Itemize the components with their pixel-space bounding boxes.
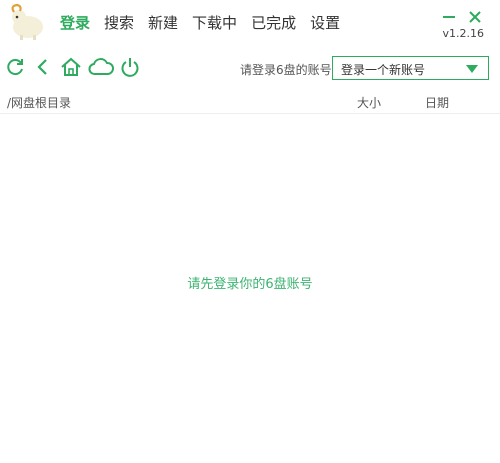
cloud-icon[interactable] <box>88 56 114 78</box>
nav-new[interactable]: 新建 <box>148 12 178 34</box>
nav-downloading[interactable]: 下载中 <box>192 12 237 34</box>
refresh-icon[interactable] <box>4 56 26 78</box>
sheep-logo-icon <box>11 3 43 40</box>
version-label: v1.2.16 <box>442 27 485 40</box>
close-icon[interactable] <box>468 10 482 24</box>
toolbar: 请登录6盘的账号 登录一个新账号 <box>0 52 500 84</box>
file-list-header: /网盘根目录 大小 日期 <box>0 90 500 114</box>
nav-login[interactable]: 登录 <box>60 12 90 34</box>
account-label: 请登录6盘的账号 <box>240 63 332 77</box>
column-size[interactable]: 大小 <box>357 94 381 111</box>
column-date[interactable]: 日期 <box>425 94 449 111</box>
chevron-down-icon <box>466 65 478 73</box>
account-select[interactable]: 登录一个新账号 <box>332 56 489 80</box>
nav-completed[interactable]: 已完成 <box>251 12 296 34</box>
power-icon[interactable] <box>119 56 141 78</box>
nav-settings[interactable]: 设置 <box>310 12 340 34</box>
minimize-icon[interactable] <box>442 10 456 24</box>
title-bar: 登录 搜索 新建 下载中 已完成 设置 v1.2.16 <box>0 0 500 46</box>
empty-state-message: 请先登录你的6盘账号 <box>187 277 313 292</box>
account-select-value: 登录一个新账号 <box>341 63 426 77</box>
main-nav: 登录 搜索 新建 下载中 已完成 设置 <box>60 12 354 34</box>
home-icon[interactable] <box>60 56 82 78</box>
back-icon[interactable] <box>32 56 54 78</box>
window-controls <box>442 10 482 24</box>
nav-search[interactable]: 搜索 <box>104 12 134 34</box>
current-path: /网盘根目录 <box>7 96 72 110</box>
